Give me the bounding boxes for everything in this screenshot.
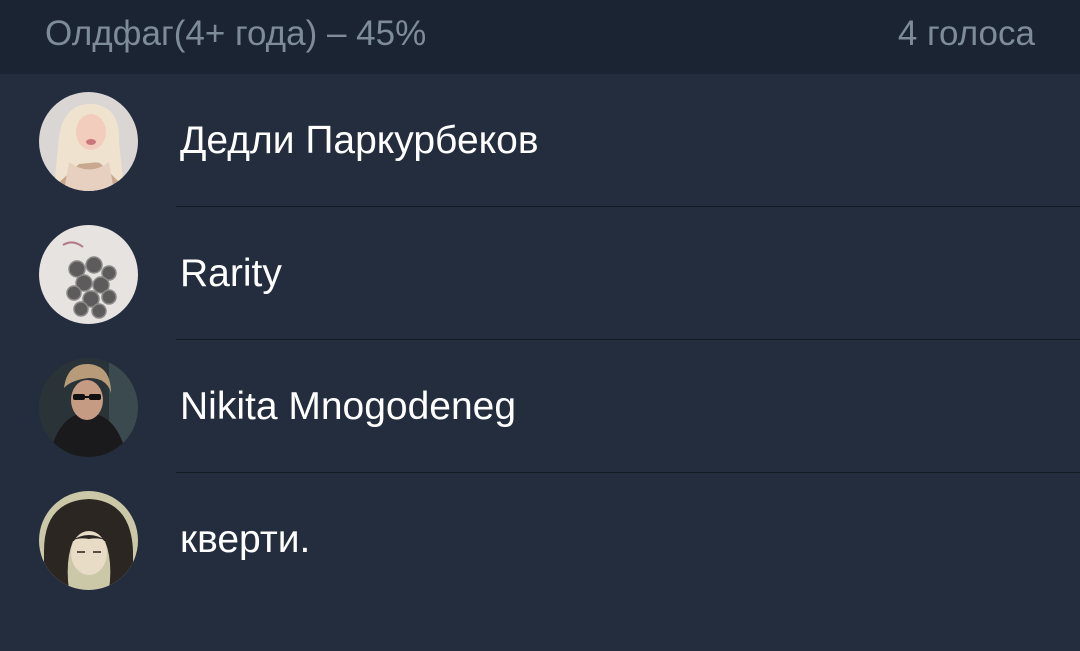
voter-name[interactable]: Rarity: [180, 250, 282, 298]
voter-row[interactable]: кверти.: [0, 473, 1080, 606]
voter-name[interactable]: кверти.: [180, 516, 310, 564]
voter-row[interactable]: Дедли Паркурбеков: [0, 74, 1080, 207]
voter-name[interactable]: Nikita Mnogodeneg: [180, 383, 516, 431]
voter-name[interactable]: Дедли Паркурбеков: [180, 117, 539, 165]
avatar-blonde-person-photo: [39, 92, 138, 191]
voter-row[interactable]: Nikita Mnogodeneg: [0, 340, 1080, 473]
avatar-coins-photo: [39, 225, 138, 324]
avatar[interactable]: [39, 358, 138, 457]
avatar[interactable]: [39, 491, 138, 590]
voter-row[interactable]: Rarity: [0, 207, 1080, 340]
avatar[interactable]: [39, 225, 138, 324]
poll-option-title: Олдфаг(4+ года) – 45%: [45, 14, 427, 53]
voters-list: Дедли Паркурбеков Rarity Nikita Mnogoden…: [0, 74, 1080, 606]
vote-count: 4 голоса: [897, 14, 1035, 53]
poll-option-header: Олдфаг(4+ года) – 45% 4 голоса: [0, 0, 1080, 74]
avatar-anime-character-image: [39, 491, 138, 590]
avatar-person-sunglasses-photo: [39, 358, 138, 457]
avatar[interactable]: [39, 92, 138, 191]
